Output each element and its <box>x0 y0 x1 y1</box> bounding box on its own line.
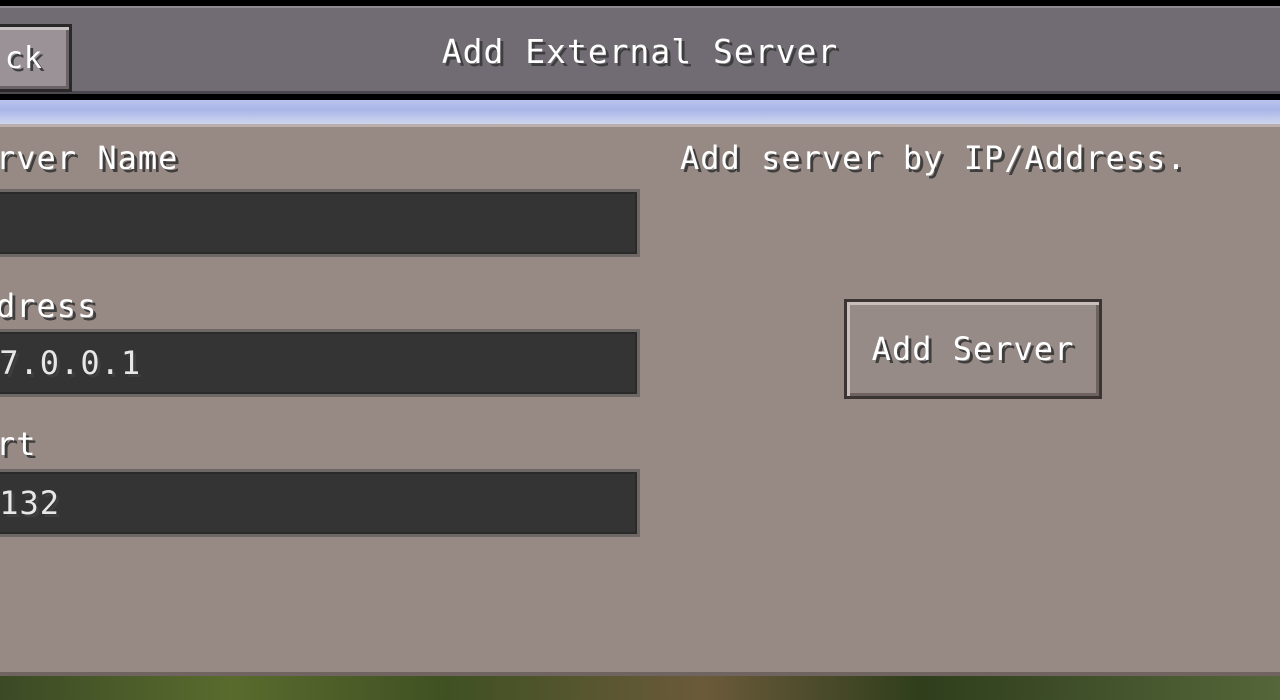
server-name-input[interactable] <box>0 189 640 257</box>
add-server-button[interactable]: Add Server <box>844 299 1102 399</box>
port-label: rt <box>0 425 37 463</box>
port-value: 9132 <box>0 484 61 522</box>
address-input[interactable]: 27.0.0.1 <box>0 329 640 397</box>
address-label: dress <box>0 287 98 325</box>
add-server-hint: Add server by IP/Address. <box>680 139 1187 177</box>
server-form-panel: rver Name dress 27.0.0.1 rt 9132 Add ser… <box>0 124 1280 676</box>
sky-background <box>0 100 1280 124</box>
server-name-label: rver Name <box>0 139 179 177</box>
port-input[interactable]: 9132 <box>0 469 640 537</box>
page-title: Add External Server <box>441 32 839 71</box>
header-bar: ck Add External Server <box>0 0 1280 100</box>
header-panel: ck Add External Server <box>0 6 1280 94</box>
address-value: 27.0.0.1 <box>0 344 142 382</box>
add-server-button-label: Add Server <box>871 330 1075 368</box>
game-world-background <box>0 676 1280 700</box>
